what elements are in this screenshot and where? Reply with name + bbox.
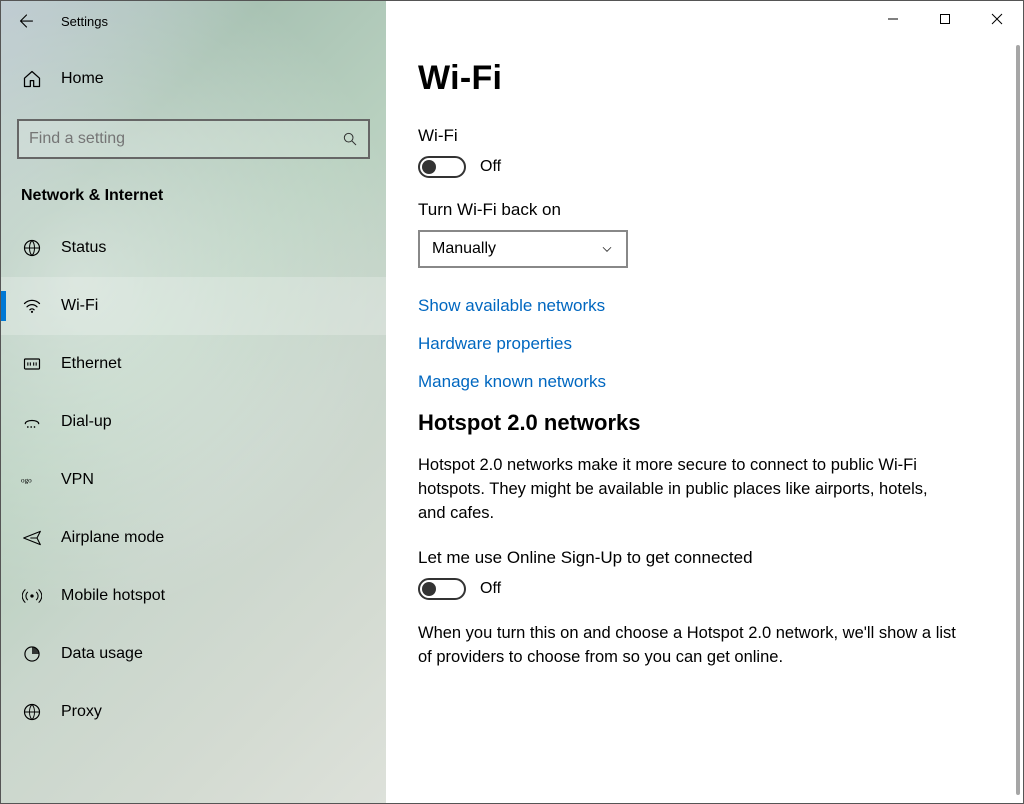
turn-back-on-label: Turn Wi-Fi back on (418, 200, 983, 220)
link-hardware-properties[interactable]: Hardware properties (418, 334, 983, 354)
search-input[interactable] (19, 130, 332, 148)
sidebar-nav-list: Status Wi-Fi Ethernet Dial-up ogo VPN Airplane… (1, 219, 386, 741)
chevron-down-icon (600, 242, 614, 256)
sidebar-item-mobile-hotspot[interactable]: Mobile hotspot (1, 567, 386, 625)
wifi-toggle-row: Off (418, 156, 983, 178)
sidebar-item-label: Dial-up (61, 413, 112, 431)
close-button[interactable] (971, 1, 1023, 37)
minimize-icon (887, 13, 899, 25)
data-usage-icon (21, 644, 43, 664)
turn-back-on-value: Manually (432, 240, 496, 258)
sidebar-item-label: Ethernet (61, 355, 121, 373)
sidebar-item-proxy[interactable]: Proxy (1, 683, 386, 741)
hotspot-heading: Hotspot 2.0 networks (418, 410, 983, 436)
sidebar-item-label: Mobile hotspot (61, 587, 165, 605)
signup-toggle-label: Let me use Online Sign-Up to get connect… (418, 548, 983, 568)
wifi-icon (21, 296, 43, 316)
wifi-toggle-label: Wi-Fi (418, 126, 983, 146)
wifi-toggle[interactable] (418, 156, 466, 178)
sidebar-item-data-usage[interactable]: Data usage (1, 625, 386, 683)
globe-icon (21, 238, 43, 258)
airplane-icon (21, 528, 43, 548)
sidebar-category-heading: Network & Internet (1, 159, 386, 219)
close-icon (991, 13, 1003, 25)
sidebar-item-airplane-mode[interactable]: Airplane mode (1, 509, 386, 567)
window-title: Settings (49, 14, 108, 29)
sidebar-item-label: Data usage (61, 645, 143, 663)
sidebar-item-status[interactable]: Status (1, 219, 386, 277)
sidebar-home-label: Home (61, 70, 104, 88)
window-controls (867, 1, 1023, 37)
signup-toggle-row: Off (418, 578, 983, 600)
home-icon (21, 69, 43, 89)
hotspot-icon (21, 586, 43, 606)
page-title: Wi-Fi (418, 59, 983, 98)
maximize-icon (939, 13, 951, 25)
minimize-button[interactable] (867, 1, 919, 37)
toggle-knob (422, 582, 436, 596)
content-pane: Wi-Fi Wi-Fi Off Turn Wi-Fi back on Manua… (386, 1, 1023, 803)
maximize-button[interactable] (919, 1, 971, 37)
sidebar-item-ethernet[interactable]: Ethernet (1, 335, 386, 393)
turn-back-on-dropdown[interactable]: Manually (418, 230, 628, 268)
vpn-icon: ogo (21, 473, 43, 487)
sidebar-item-label: VPN (61, 471, 94, 489)
ethernet-icon (21, 354, 43, 374)
sidebar-item-wi-fi[interactable]: Wi-Fi (1, 277, 386, 335)
sidebar-item-label: Proxy (61, 703, 102, 721)
signup-toggle[interactable] (418, 578, 466, 600)
hotspot-description: Hotspot 2.0 networks make it more secure… (418, 454, 958, 526)
proxy-icon (21, 702, 43, 722)
signup-toggle-state: Off (480, 580, 501, 598)
wifi-toggle-state: Off (480, 158, 501, 176)
sidebar-item-vpn[interactable]: ogo VPN (1, 451, 386, 509)
search-icon (332, 131, 368, 147)
dialup-icon (21, 412, 43, 432)
scrollbar[interactable] (1016, 45, 1020, 795)
svg-text:ogo: ogo (21, 477, 32, 485)
signup-description: When you turn this on and choose a Hotsp… (418, 622, 958, 670)
sidebar-item-label: Airplane mode (61, 529, 164, 547)
sidebar-item-label: Wi-Fi (61, 297, 98, 315)
sidebar-home[interactable]: Home (1, 51, 386, 107)
arrow-left-icon (16, 12, 34, 30)
sidebar-item-dial-up[interactable]: Dial-up (1, 393, 386, 451)
search-box[interactable] (17, 119, 370, 159)
back-button[interactable] (1, 1, 49, 41)
sidebar: Home Network & Internet Status Wi-Fi Ether… (1, 1, 386, 803)
toggle-knob (422, 160, 436, 174)
settings-window: Settings Home Network & In (0, 0, 1024, 804)
titlebar: Settings (1, 1, 1023, 41)
sidebar-item-label: Status (61, 239, 106, 257)
link-manage-known-networks[interactable]: Manage known networks (418, 372, 983, 392)
link-show-networks[interactable]: Show available networks (418, 296, 983, 316)
